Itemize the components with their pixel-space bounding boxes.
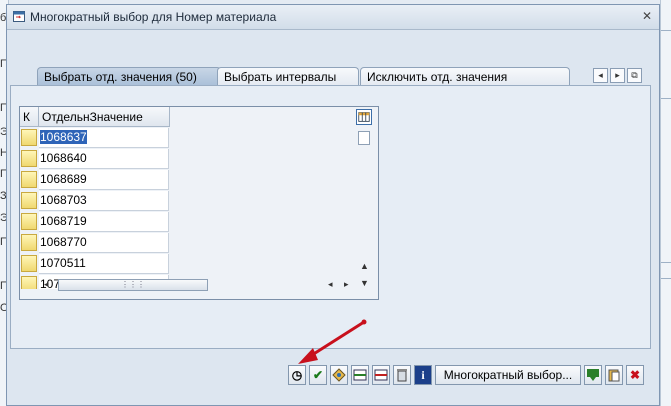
row-selector[interactable] <box>21 192 37 209</box>
multiple-selection-button[interactable]: Многократный выбор... <box>435 365 581 385</box>
dialog-title: Многократный выбор для Номер материала <box>30 10 277 24</box>
tab-panel: К ОтдельнЗначение 1068637 1068640 106868… <box>10 85 651 349</box>
cancel-button[interactable]: ✖ <box>626 365 644 385</box>
value-cell[interactable]: 1068637 <box>39 128 169 148</box>
close-icon[interactable]: ✕ <box>639 9 655 25</box>
scroll-track[interactable] <box>358 131 370 145</box>
table-row[interactable]: 1068770 <box>20 233 170 253</box>
clock-icon: ◷ <box>291 368 303 382</box>
column-header-sel[interactable]: К <box>20 107 39 127</box>
scroll-right-icon[interactable]: ▸ <box>344 279 349 290</box>
row-selector[interactable] <box>21 150 37 167</box>
multiple-selection-dialog: Многократный выбор для Номер материала ✕… <box>6 4 660 406</box>
scroll-down-icon[interactable]: ▼ <box>360 278 369 288</box>
value-cell[interactable]: 1068703 <box>39 191 169 211</box>
info-icon: i <box>421 368 425 382</box>
delete-line-button[interactable] <box>372 365 390 385</box>
delete-all-button[interactable] <box>393 365 411 385</box>
tab-label: Выбрать отд. значения (50) <box>44 70 197 84</box>
tab-label: Исключить отд. значения <box>367 70 508 84</box>
vertical-scrollbar[interactable]: ▲ ▼ <box>357 131 371 297</box>
tab-list-icon[interactable]: ⧉ <box>627 68 642 83</box>
import-button[interactable] <box>584 365 602 385</box>
tab-scroll-left-icon[interactable]: ◂ <box>593 68 608 83</box>
table-row[interactable]: 1068640 <box>20 149 170 169</box>
copy-button[interactable]: ◷ <box>288 365 306 385</box>
value-cell[interactable]: 1068719 <box>39 212 169 232</box>
window-icon <box>13 11 25 22</box>
row-selector[interactable] <box>21 213 37 230</box>
insert-line-button[interactable] <box>351 365 369 385</box>
tab-scroll-right-icon[interactable]: ▸ <box>610 68 625 83</box>
horizontal-scrollbar[interactable]: ◂ ⋮⋮⋮ ◂ ▸ <box>44 278 354 292</box>
table-row[interactable]: 1068689 <box>20 170 170 190</box>
value-text: 1068637 <box>40 130 87 144</box>
table-row[interactable]: 1068637 <box>20 128 170 148</box>
value-cell[interactable]: 1068640 <box>39 149 169 169</box>
paste-button[interactable] <box>605 365 623 385</box>
row-selector[interactable] <box>21 255 37 272</box>
dialog-titlebar[interactable]: Многократный выбор для Номер материала ✕ <box>7 5 659 30</box>
scroll-up-icon[interactable]: ▲ <box>360 261 369 271</box>
value-cell[interactable]: 1068689 <box>39 170 169 190</box>
values-table: К ОтдельнЗначение 1068637 1068640 106868… <box>19 106 379 300</box>
tab-select-intervals[interactable]: Выбрать интервалы <box>217 67 359 86</box>
delete-row-icon <box>374 369 388 381</box>
upload-arrow-icon <box>587 369 599 381</box>
scroll-left-icon[interactable]: ◂ <box>328 279 333 290</box>
insert-row-icon <box>353 369 367 381</box>
row-selector[interactable] <box>21 129 37 146</box>
checkmark-icon: ✔ <box>312 368 324 382</box>
clipboard-icon <box>608 369 620 382</box>
row-selector[interactable] <box>21 234 37 251</box>
scroll-thumb[interactable]: ⋮⋮⋮ <box>58 279 208 291</box>
tab-label: Выбрать интервалы <box>224 70 337 84</box>
table-row[interactable]: 1068719 <box>20 212 170 232</box>
value-cell[interactable]: 1068770 <box>39 233 169 253</box>
tab-select-single-values[interactable]: Выбрать отд. значения (50) <box>37 67 221 86</box>
trash-icon <box>397 369 407 382</box>
info-button[interactable]: i <box>414 365 432 385</box>
diamond-options-icon <box>332 368 346 382</box>
scroll-left-icon[interactable]: ◂ <box>44 279 49 290</box>
table-row[interactable]: 1068703 <box>20 191 170 211</box>
row-selector[interactable] <box>21 171 37 188</box>
background-window-right-edge <box>660 0 671 406</box>
cancel-icon: ✖ <box>629 368 641 382</box>
table-settings-icon[interactable] <box>356 109 372 125</box>
options-button[interactable] <box>330 365 348 385</box>
tab-exclude-single-values[interactable]: Исключить отд. значения <box>360 67 570 86</box>
column-header-value[interactable]: ОтдельнЗначение <box>39 107 170 127</box>
value-cell[interactable]: 1070511 <box>39 254 169 274</box>
row-selector[interactable] <box>21 276 37 289</box>
table-row[interactable]: 1070511 <box>20 254 170 274</box>
accept-button[interactable]: ✔ <box>309 365 327 385</box>
